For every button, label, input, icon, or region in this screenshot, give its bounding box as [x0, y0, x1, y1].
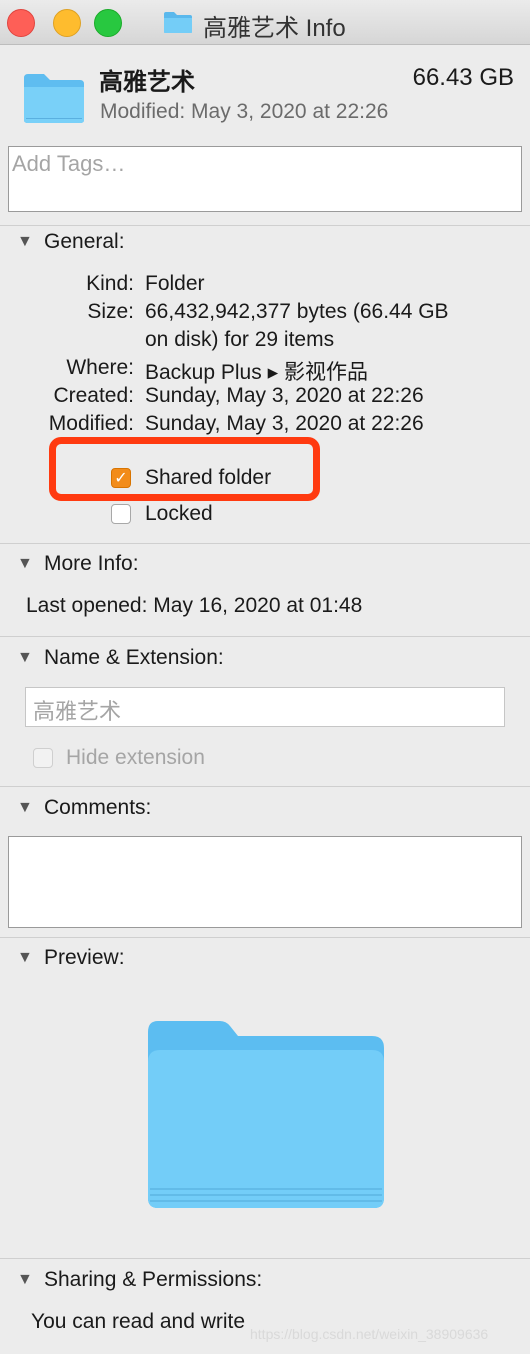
sharing-section-toggle[interactable]: ▼ Sharing & Permissions: [17, 1268, 337, 1292]
section-title: Name & Extension: [44, 646, 224, 669]
section-title: Preview: [44, 946, 125, 969]
kind-label: Kind: [86, 272, 134, 295]
locked-checkbox[interactable] [111, 504, 131, 524]
disclosure-triangle-icon: ▼ [17, 949, 33, 966]
section-title: General: [44, 230, 125, 253]
size-label: Size: [87, 300, 134, 323]
minimize-button[interactable] [53, 9, 81, 37]
preview-section-toggle[interactable]: ▼ Preview: [17, 946, 317, 970]
hide-extension-checkbox[interactable] [33, 748, 53, 768]
divider [0, 786, 530, 787]
comments-section-toggle[interactable]: ▼ Comments: [17, 796, 317, 820]
item-name: 高雅艺术 [99, 69, 195, 96]
tags-input[interactable]: Add Tags… [8, 146, 522, 212]
comments-input[interactable] [8, 836, 522, 928]
watermark: https://blog.csdn.net/weixin_38909636 [250, 1326, 489, 1342]
locked-label: Locked [145, 502, 213, 525]
title-bar: 高雅艺术 Info [0, 0, 530, 45]
section-title: More Info: [44, 552, 139, 575]
divider [0, 1258, 530, 1259]
divider [0, 225, 530, 226]
disclosure-triangle-icon: ▼ [17, 233, 33, 250]
section-title: Comments: [44, 796, 152, 819]
size-value-line2: on disk) for 29 items [145, 328, 335, 351]
general-section-toggle[interactable]: ▼ General: [17, 230, 317, 254]
size-value: 66,432,942,377 bytes (66.44 GB [145, 300, 449, 323]
folder-icon [164, 12, 192, 33]
divider [0, 636, 530, 637]
folder-preview-icon [148, 1021, 384, 1208]
kind-value: Folder [145, 272, 205, 295]
modified-value: Sunday, May 3, 2020 at 22:26 [145, 412, 424, 435]
zoom-button[interactable] [94, 9, 122, 37]
where-value: Backup Plus ▸ 影视作品 [145, 361, 368, 384]
name-input-value: 高雅艺术 [33, 699, 122, 724]
sharing-text: You can read and write [31, 1310, 246, 1333]
tags-placeholder: Add Tags… [12, 151, 126, 176]
created-label: Created: [53, 384, 134, 407]
modified-label: Modified: [48, 412, 134, 435]
disclosure-triangle-icon: ▼ [17, 555, 33, 572]
section-title: Sharing & Permissions: [44, 1268, 263, 1291]
hide-extension-label: Hide extension [66, 746, 205, 769]
window-title: 高雅艺术 Info [203, 15, 346, 42]
disclosure-triangle-icon: ▼ [17, 649, 33, 666]
name-extension-section-toggle[interactable]: ▼ Name & Extension: [17, 646, 317, 670]
folder-icon [24, 74, 84, 123]
item-size: 66.43 GB [412, 64, 514, 91]
name-input[interactable]: 高雅艺术 [25, 687, 505, 727]
divider [0, 543, 530, 544]
created-value: Sunday, May 3, 2020 at 22:26 [145, 384, 424, 407]
divider [0, 937, 530, 938]
where-label: Where: [66, 356, 134, 379]
disclosure-triangle-icon: ▼ [17, 799, 33, 816]
more-info-section-toggle[interactable]: ▼ More Info: [17, 552, 317, 576]
last-opened: Last opened: May 16, 2020 at 01:48 [26, 594, 363, 617]
close-button[interactable] [7, 9, 35, 37]
disclosure-triangle-icon: ▼ [17, 1271, 33, 1288]
modified-date: Modified: May 3, 2020 at 22:26 [100, 100, 389, 123]
highlight-box [49, 437, 320, 501]
